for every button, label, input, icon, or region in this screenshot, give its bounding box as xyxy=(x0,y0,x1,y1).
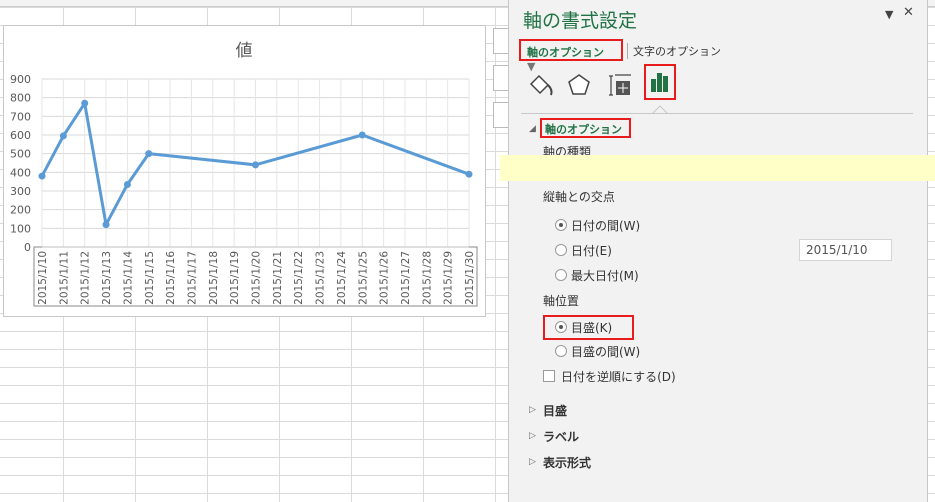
data-point xyxy=(145,150,153,158)
radio-label: 最大日付(M) xyxy=(571,269,639,283)
axis-options-icon-button[interactable] xyxy=(644,64,676,100)
x-tick-label: 2015/1/30 xyxy=(464,251,476,305)
section-tick-marks[interactable]: 目盛 xyxy=(543,402,567,419)
y-tick-label: 100 xyxy=(10,222,31,235)
x-tick-label: 2015/1/13 xyxy=(101,251,113,305)
x-tick-label: 2015/1/27 xyxy=(400,251,412,305)
radio-label: 目盛の間(W) xyxy=(571,345,641,359)
radio-label: 目盛(K) xyxy=(571,321,613,335)
x-tick-label: 2015/1/22 xyxy=(293,251,305,305)
format-axis-pane: 軸の書式設定 ▼ ✕ 軸のオプション ▼ 文字のオプション ◢ 軸のオプション … xyxy=(508,0,928,502)
x-tick-label: 2015/1/17 xyxy=(186,251,198,305)
data-point xyxy=(38,172,46,180)
radio-max-date[interactable] xyxy=(555,269,567,281)
x-tick-label: 2015/1/23 xyxy=(315,251,327,305)
cross-label: 縦軸との交点 xyxy=(543,190,615,204)
bar-chart-icon xyxy=(651,73,668,92)
x-tick-label: 2015/1/18 xyxy=(208,251,220,305)
tab-text-options[interactable]: 文字のオプション xyxy=(627,43,721,59)
chart-elements-button[interactable] xyxy=(493,28,509,54)
collapse-triangle-icon[interactable]: ◢ xyxy=(529,124,536,134)
data-point xyxy=(81,99,89,107)
radio-between-dates[interactable] xyxy=(555,219,567,231)
data-point xyxy=(59,132,67,140)
x-tick-label: 2015/1/15 xyxy=(144,251,156,305)
fill-line-icon[interactable] xyxy=(525,70,555,100)
chart-svg: 値 0 100 200 300 400 500 600 700 800 900 2015/1/10 20… xyxy=(10,41,478,307)
x-tick-label: 2015/1/21 xyxy=(272,251,284,305)
expand-triangle-icon[interactable]: ▷ xyxy=(529,405,536,415)
reverse-dates-checkbox[interactable] xyxy=(543,370,555,382)
data-point xyxy=(252,161,259,169)
position-label: 軸位置 xyxy=(543,294,580,308)
expand-triangle-icon[interactable]: ▷ xyxy=(529,457,536,467)
section-axis-options[interactable]: 軸のオプション xyxy=(540,118,631,138)
y-tick-label: 900 xyxy=(10,73,31,86)
y-tick-label: 700 xyxy=(10,110,31,123)
pane-options-icon[interactable]: ▼ xyxy=(885,8,893,21)
x-tick-label: 2015/1/20 xyxy=(251,251,263,305)
checkbox-label: 日付を逆順にする(D) xyxy=(561,370,676,384)
chart-styles-button[interactable] xyxy=(493,65,509,91)
close-icon[interactable]: ✕ xyxy=(903,5,914,20)
y-tick-label: 400 xyxy=(10,166,31,179)
x-tick-label: 2015/1/14 xyxy=(122,251,134,305)
y-tick-label: 0 xyxy=(24,241,31,254)
x-tick-label: 2015/1/12 xyxy=(80,251,92,305)
data-point xyxy=(465,170,473,178)
cross-date-input[interactable]: 2015/1/10 xyxy=(799,239,892,261)
y-tick-label: 500 xyxy=(10,148,31,161)
effects-icon[interactable] xyxy=(564,70,594,100)
highlight-overlay xyxy=(500,155,935,181)
data-point xyxy=(358,131,366,139)
radio-label: 日付の間(W) xyxy=(571,219,641,233)
y-tick-label: 300 xyxy=(10,185,31,198)
y-tick-label: 800 xyxy=(10,92,31,105)
size-properties-icon[interactable] xyxy=(605,70,635,100)
tab-axis-options[interactable]: 軸のオプション ▼ xyxy=(519,39,623,73)
x-tick-label: 2015/1/29 xyxy=(443,251,455,305)
y-tick-label: 200 xyxy=(10,204,31,217)
x-tick-label: 2015/1/10 xyxy=(37,251,49,305)
radio-on-tick[interactable] xyxy=(555,321,567,333)
radio-date[interactable] xyxy=(555,244,567,256)
x-tick-label: 2015/1/24 xyxy=(336,251,348,305)
section-labels[interactable]: ラベル xyxy=(543,428,579,445)
chart-filters-button[interactable] xyxy=(493,102,509,128)
x-tick-label: 2015/1/16 xyxy=(165,251,177,305)
x-tick-label: 2015/1/11 xyxy=(58,251,70,305)
y-tick-label: 600 xyxy=(10,129,31,142)
radio-between-ticks[interactable] xyxy=(555,345,567,357)
x-tick-label: 2015/1/28 xyxy=(421,251,433,305)
expand-triangle-icon[interactable]: ▷ xyxy=(529,431,536,441)
data-point xyxy=(123,180,131,188)
line-chart[interactable]: 値 0 100 200 300 400 500 600 700 800 900 2015/1/10 20… xyxy=(3,25,486,317)
radio-label: 日付(E) xyxy=(571,244,612,258)
divider xyxy=(521,113,913,114)
section-number-format[interactable]: 表示形式 xyxy=(543,454,591,471)
pane-title: 軸の書式設定 xyxy=(523,10,638,32)
x-tick-label: 2015/1/26 xyxy=(379,251,391,305)
data-point xyxy=(102,221,110,229)
x-tick-label: 2015/1/25 xyxy=(357,251,369,305)
chart-title: 値 xyxy=(236,41,253,61)
x-tick-label: 2015/1/19 xyxy=(229,251,241,305)
